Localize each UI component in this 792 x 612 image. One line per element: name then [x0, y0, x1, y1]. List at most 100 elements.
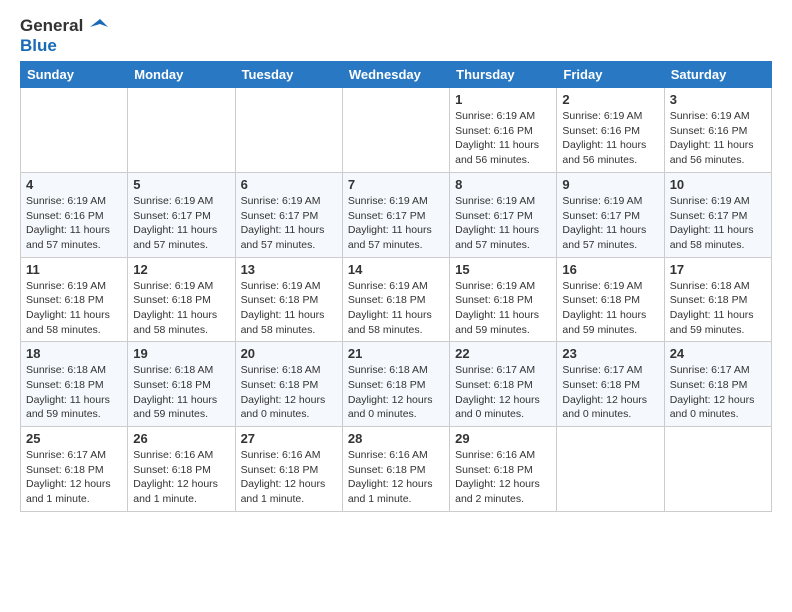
- day-number: 23: [562, 346, 658, 361]
- day-cell: [235, 88, 342, 173]
- day-number: 28: [348, 431, 444, 446]
- week-row-3: 11 Sunrise: 6:19 AM Sunset: 6:18 PM Dayli…: [21, 257, 772, 342]
- header-thursday: Thursday: [450, 62, 557, 88]
- day-info: Sunrise: 6:17 AM Sunset: 6:18 PM Dayligh…: [670, 363, 766, 422]
- day-number: 19: [133, 346, 229, 361]
- day-cell: 19Sunrise: 6:18 AM Sunset: 6:18 PM Dayli…: [128, 342, 235, 427]
- logo-text: General Blue: [20, 16, 108, 55]
- day-number: 8: [455, 177, 551, 192]
- day-cell: 4 Sunrise: 6:19 AM Sunset: 6:16 PM Daylig…: [21, 172, 128, 257]
- day-cell: [342, 88, 449, 173]
- day-info: Sunrise: 6:19 AM Sunset: 6:16 PM Dayligh…: [26, 194, 122, 253]
- day-number: 20: [241, 346, 337, 361]
- day-cell: 12Sunrise: 6:19 AM Sunset: 6:18 PM Dayli…: [128, 257, 235, 342]
- day-number: 16: [562, 262, 658, 277]
- logo-bird-icon: [90, 19, 108, 35]
- day-number: 9: [562, 177, 658, 192]
- week-row-4: 18 Sunrise: 6:18 AM Sunset: 6:18 PM Dayli…: [21, 342, 772, 427]
- day-cell: 26 Sunrise: 6:16 AM Sunset: 6:18 PM Dayli…: [128, 427, 235, 512]
- day-info: Sunrise: 6:19 AM Sunset: 6:17 PM Dayligh…: [133, 194, 229, 253]
- week-row-5: 25 Sunrise: 6:17 AM Sunset: 6:18 PM Dayli…: [21, 427, 772, 512]
- page: General Blue SundayMondayTuesdayWednesda…: [0, 0, 792, 522]
- day-number: 12: [133, 262, 229, 277]
- day-info: Sunrise: 6:19 AM Sunset: 6:18 PM Dayligh…: [241, 279, 337, 338]
- day-cell: 20 Sunrise: 6:18 AM Sunset: 6:18 PM Dayli…: [235, 342, 342, 427]
- day-cell: 15 Sunrise: 6:19 AM Sunset: 6:18 PM Dayli…: [450, 257, 557, 342]
- day-cell: [21, 88, 128, 173]
- day-number: 6: [241, 177, 337, 192]
- day-number: 2: [562, 92, 658, 107]
- day-info: Sunrise: 6:17 AM Sunset: 6:18 PM Dayligh…: [562, 363, 658, 422]
- day-cell: 24 Sunrise: 6:17 AM Sunset: 6:18 PM Dayli…: [664, 342, 771, 427]
- header-friday: Friday: [557, 62, 664, 88]
- week-row-2: 4 Sunrise: 6:19 AM Sunset: 6:16 PM Daylig…: [21, 172, 772, 257]
- day-info: Sunrise: 6:17 AM Sunset: 6:18 PM Dayligh…: [455, 363, 551, 422]
- day-number: 26: [133, 431, 229, 446]
- day-cell: [128, 88, 235, 173]
- day-cell: 11 Sunrise: 6:19 AM Sunset: 6:18 PM Dayli…: [21, 257, 128, 342]
- day-cell: 29 Sunrise: 6:16 AM Sunset: 6:18 PM Dayli…: [450, 427, 557, 512]
- day-cell: 27 Sunrise: 6:16 AM Sunset: 6:18 PM Dayli…: [235, 427, 342, 512]
- header-tuesday: Tuesday: [235, 62, 342, 88]
- day-info: Sunrise: 6:18 AM Sunset: 6:18 PM Dayligh…: [26, 363, 122, 422]
- day-number: 7: [348, 177, 444, 192]
- day-info: Sunrise: 6:18 AM Sunset: 6:18 PM Dayligh…: [241, 363, 337, 422]
- header-monday: Monday: [128, 62, 235, 88]
- day-cell: 16Sunrise: 6:19 AM Sunset: 6:18 PM Dayli…: [557, 257, 664, 342]
- week-row-1: 1 Sunrise: 6:19 AM Sunset: 6:16 PM Daylig…: [21, 88, 772, 173]
- day-info: Sunrise: 6:18 AM Sunset: 6:18 PM Dayligh…: [348, 363, 444, 422]
- day-cell: 13Sunrise: 6:19 AM Sunset: 6:18 PM Dayli…: [235, 257, 342, 342]
- day-info: Sunrise: 6:19 AM Sunset: 6:17 PM Dayligh…: [348, 194, 444, 253]
- day-cell: 17 Sunrise: 6:18 AM Sunset: 6:18 PM Dayli…: [664, 257, 771, 342]
- day-info: Sunrise: 6:19 AM Sunset: 6:17 PM Dayligh…: [241, 194, 337, 253]
- day-cell: 25 Sunrise: 6:17 AM Sunset: 6:18 PM Dayli…: [21, 427, 128, 512]
- day-number: 10: [670, 177, 766, 192]
- logo-line1: General: [20, 16, 83, 35]
- day-cell: 23 Sunrise: 6:17 AM Sunset: 6:18 PM Dayli…: [557, 342, 664, 427]
- day-number: 14: [348, 262, 444, 277]
- day-info: Sunrise: 6:19 AM Sunset: 6:18 PM Dayligh…: [455, 279, 551, 338]
- day-info: Sunrise: 6:19 AM Sunset: 6:18 PM Dayligh…: [26, 279, 122, 338]
- day-cell: 18 Sunrise: 6:18 AM Sunset: 6:18 PM Dayli…: [21, 342, 128, 427]
- day-info: Sunrise: 6:16 AM Sunset: 6:18 PM Dayligh…: [241, 448, 337, 507]
- day-number: 29: [455, 431, 551, 446]
- day-info: Sunrise: 6:19 AM Sunset: 6:17 PM Dayligh…: [562, 194, 658, 253]
- header-wednesday: Wednesday: [342, 62, 449, 88]
- day-number: 1: [455, 92, 551, 107]
- day-number: 4: [26, 177, 122, 192]
- day-info: Sunrise: 6:16 AM Sunset: 6:18 PM Dayligh…: [133, 448, 229, 507]
- day-number: 27: [241, 431, 337, 446]
- day-cell: 7 Sunrise: 6:19 AM Sunset: 6:17 PM Daylig…: [342, 172, 449, 257]
- day-number: 15: [455, 262, 551, 277]
- day-cell: 1 Sunrise: 6:19 AM Sunset: 6:16 PM Daylig…: [450, 88, 557, 173]
- day-cell: 2Sunrise: 6:19 AM Sunset: 6:16 PM Daylig…: [557, 88, 664, 173]
- day-cell: 3Sunrise: 6:19 AM Sunset: 6:16 PM Daylig…: [664, 88, 771, 173]
- day-number: 3: [670, 92, 766, 107]
- logo: General Blue: [20, 16, 108, 55]
- day-number: 18: [26, 346, 122, 361]
- day-cell: 10 Sunrise: 6:19 AM Sunset: 6:17 PM Dayli…: [664, 172, 771, 257]
- day-info: Sunrise: 6:16 AM Sunset: 6:18 PM Dayligh…: [348, 448, 444, 507]
- day-info: Sunrise: 6:19 AM Sunset: 6:17 PM Dayligh…: [670, 194, 766, 253]
- day-info: Sunrise: 6:19 AM Sunset: 6:18 PM Dayligh…: [348, 279, 444, 338]
- day-info: Sunrise: 6:18 AM Sunset: 6:18 PM Dayligh…: [670, 279, 766, 338]
- header-row: SundayMondayTuesdayWednesdayThursdayFrid…: [21, 62, 772, 88]
- day-number: 5: [133, 177, 229, 192]
- day-cell: 6 Sunrise: 6:19 AM Sunset: 6:17 PM Daylig…: [235, 172, 342, 257]
- day-info: Sunrise: 6:16 AM Sunset: 6:18 PM Dayligh…: [455, 448, 551, 507]
- day-info: Sunrise: 6:19 AM Sunset: 6:16 PM Dayligh…: [455, 109, 551, 168]
- day-number: 11: [26, 262, 122, 277]
- day-number: 17: [670, 262, 766, 277]
- header: General Blue: [20, 16, 772, 55]
- day-number: 24: [670, 346, 766, 361]
- day-info: Sunrise: 6:17 AM Sunset: 6:18 PM Dayligh…: [26, 448, 122, 507]
- day-cell: 8Sunrise: 6:19 AM Sunset: 6:17 PM Daylig…: [450, 172, 557, 257]
- day-cell: 14 Sunrise: 6:19 AM Sunset: 6:18 PM Dayli…: [342, 257, 449, 342]
- day-cell: 21Sunrise: 6:18 AM Sunset: 6:18 PM Dayli…: [342, 342, 449, 427]
- logo-line2: Blue: [20, 36, 57, 55]
- day-number: 25: [26, 431, 122, 446]
- header-sunday: Sunday: [21, 62, 128, 88]
- day-cell: 28 Sunrise: 6:16 AM Sunset: 6:18 PM Dayli…: [342, 427, 449, 512]
- day-cell: [664, 427, 771, 512]
- header-saturday: Saturday: [664, 62, 771, 88]
